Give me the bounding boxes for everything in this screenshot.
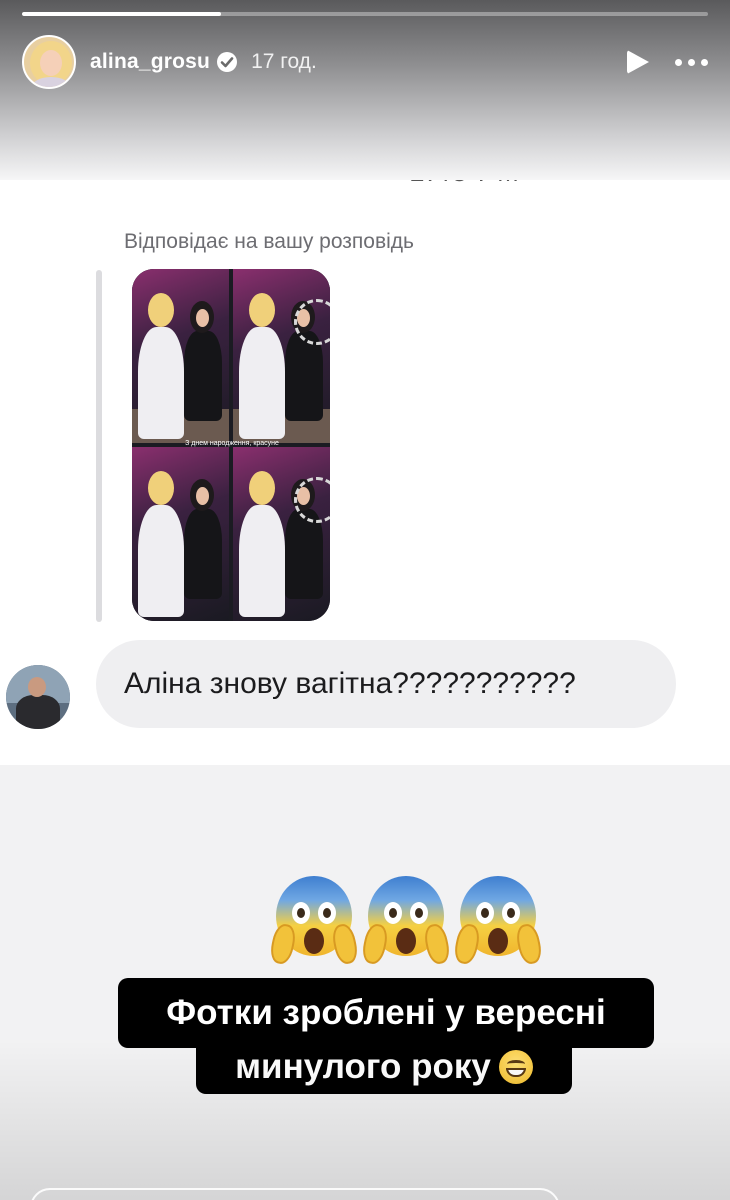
photo-tile (132, 447, 229, 621)
thumbnail-caption: З днем народження, красуне (185, 440, 279, 447)
dm-screenshot: 2:48 PM Відповідає на вашу розповідь З д… (0, 157, 730, 765)
replied-story-thumbnail: З днем народження, красуне (132, 269, 330, 621)
photo-tile (233, 269, 330, 443)
story-progress-bar (22, 12, 708, 16)
photo-tile (132, 269, 229, 443)
verified-badge-icon (217, 52, 238, 72)
story-caption-line-2: минулого року (196, 1040, 572, 1094)
top-gradient (0, 0, 730, 180)
emoji-row (268, 876, 544, 966)
caption-text-1: Фотки зроблені у вересні (166, 993, 606, 1032)
reply-input[interactable] (30, 1188, 560, 1200)
screaming-face-icon (360, 876, 452, 966)
screaming-face-icon (268, 876, 360, 966)
story-age: 17 год. (251, 50, 317, 73)
reply-caption: Відповідає на вашу розповідь (124, 230, 414, 253)
screaming-face-icon (452, 876, 544, 966)
play-icon[interactable] (627, 50, 649, 74)
reply-quote-bar (96, 270, 102, 622)
story-viewer[interactable]: 2:48 PM Відповідає на вашу розповідь З д… (0, 0, 730, 1200)
story-progress-fill (22, 12, 221, 16)
message-text: Аліна знову вагітна??????????? (124, 667, 576, 700)
message-bubble: Аліна знову вагітна??????????? (96, 640, 676, 728)
username[interactable]: alina_grosu (90, 50, 210, 74)
story-caption-line-1: Фотки зроблені у вересні (118, 978, 654, 1048)
story-header: alina_grosu 17 год. (22, 34, 708, 90)
caption-text-2: минулого року (235, 1047, 491, 1086)
grinning-face-icon (498, 1050, 533, 1084)
photo-tile (233, 447, 330, 621)
sender-avatar (6, 665, 70, 729)
profile-avatar[interactable] (22, 35, 76, 89)
more-options-icon[interactable] (675, 58, 708, 66)
